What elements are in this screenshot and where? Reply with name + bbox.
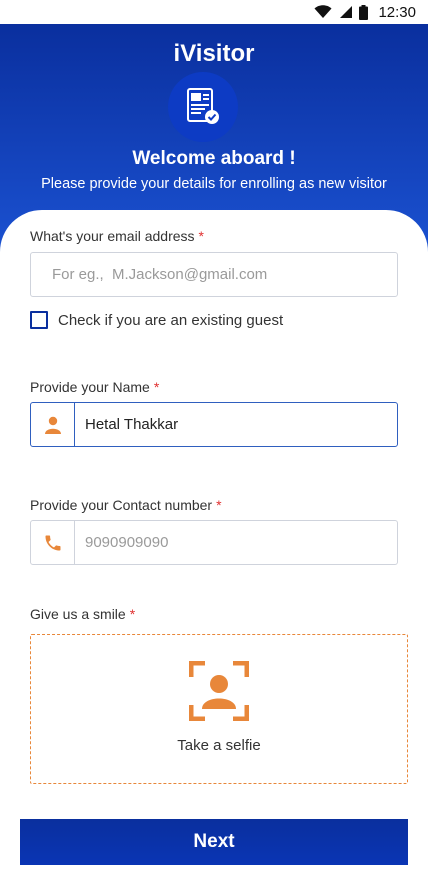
existing-guest-checkbox[interactable] [30, 311, 48, 329]
app-title: iVisitor [173, 40, 255, 67]
signal-icon [340, 6, 353, 18]
name-field[interactable] [75, 403, 397, 446]
name-field-container [30, 402, 398, 447]
camera-frame-icon [189, 661, 249, 721]
status-bar: 12:30 [0, 0, 428, 24]
welcome-subtitle: Please provide your details for enrollin… [41, 176, 387, 192]
required-marker: * [198, 228, 204, 244]
contact-label: Provide your Contact number * [30, 497, 222, 513]
name-icon-cell [31, 403, 75, 446]
welcome-heading: Welcome aboard ! [132, 148, 296, 169]
email-field[interactable] [31, 253, 397, 296]
battery-icon [359, 4, 369, 20]
app-logo [168, 72, 238, 142]
status-time: 12:30 [378, 3, 416, 21]
next-button[interactable]: Next [20, 819, 408, 865]
name-label-text: Provide your Name [30, 379, 150, 395]
contact-field[interactable] [75, 521, 397, 564]
selfie-label-text: Give us a smile [30, 606, 126, 622]
existing-guest-row[interactable]: Check if you are an existing guest [30, 311, 283, 329]
existing-guest-label: Check if you are an existing guest [58, 311, 284, 329]
take-selfie-label: Take a selfie [177, 737, 261, 754]
contact-field-container [30, 520, 398, 565]
person-icon [44, 416, 61, 434]
required-marker: * [216, 497, 222, 513]
email-label-text: What's your email address [30, 228, 195, 244]
contact-label-text: Provide your Contact number [30, 497, 213, 513]
selfie-label: Give us a smile * [30, 606, 135, 622]
contact-icon-cell [31, 521, 75, 564]
email-field-container [30, 252, 398, 297]
email-label: What's your email address * [30, 228, 204, 244]
required-marker: * [153, 379, 160, 395]
wifi-icon [314, 5, 332, 18]
phone-icon [45, 535, 60, 550]
required-marker: * [129, 606, 136, 622]
selfie-capture-area[interactable]: Take a selfie [30, 634, 408, 784]
name-label: Provide your Name * [30, 379, 159, 395]
visitor-badge-icon [187, 88, 219, 124]
